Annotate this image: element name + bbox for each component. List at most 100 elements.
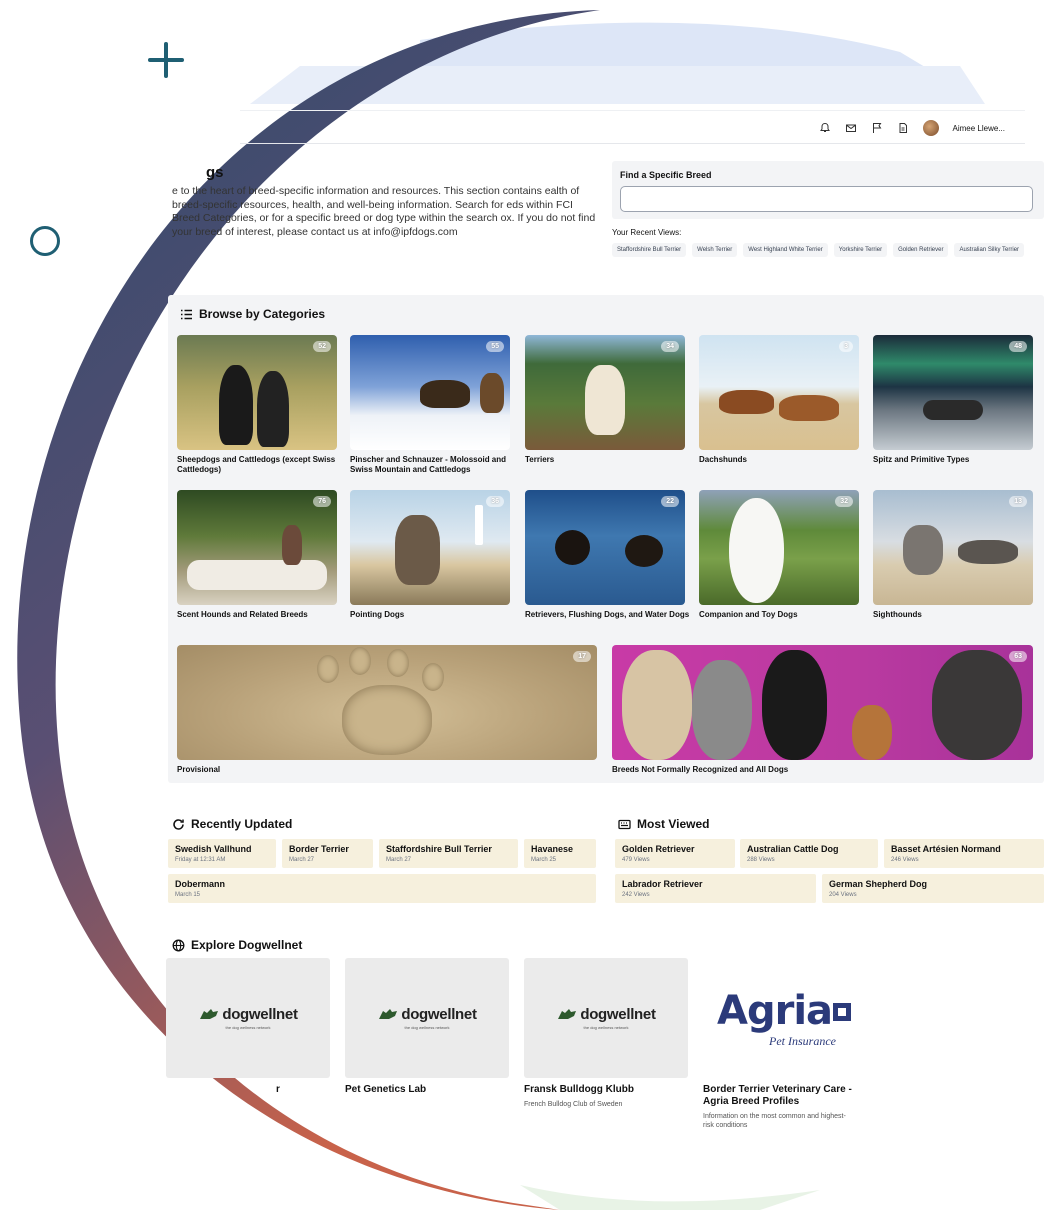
explore-card-title[interactable]: Fransk Bulldogg Klubb bbox=[524, 1084, 688, 1096]
recent-view-tag[interactable]: Welsh Terrier bbox=[692, 243, 738, 257]
dogwellnet-wordmark: dogwellnet bbox=[166, 1006, 330, 1023]
most-viewed-item[interactable]: Golden Retriever 479 Views bbox=[615, 839, 735, 868]
agria-square-icon bbox=[833, 1003, 851, 1021]
category-image[interactable]: 13 bbox=[873, 490, 1033, 605]
explore-card[interactable]: dogwellnet the dog wellness network Pet … bbox=[345, 958, 509, 1096]
explore-title: Explore Dogwellnet bbox=[191, 938, 303, 952]
breed-name[interactable]: Golden Retriever bbox=[622, 844, 695, 854]
updated-date: Friday at 12:31 AM bbox=[175, 857, 226, 863]
category-image[interactable]: 55 bbox=[350, 335, 510, 450]
agria-subtitle: Pet Insurance bbox=[769, 1034, 836, 1048]
explore-card[interactable]: Agria Pet Insurance Border Terrier Veter… bbox=[703, 958, 867, 1130]
category-name[interactable]: Sheepdogs and Cattledogs (except Swiss C… bbox=[177, 455, 347, 475]
agria-logo[interactable]: Agria Pet Insurance bbox=[703, 958, 867, 1078]
flag-icon[interactable] bbox=[871, 122, 883, 134]
recent-view-tag[interactable]: Yorkshire Terrier bbox=[833, 243, 888, 257]
recent-view-tag[interactable]: Australian Silky Terrier bbox=[954, 243, 1025, 257]
category-count-badge: 76 bbox=[313, 496, 331, 507]
most-viewed-heading: Most Viewed bbox=[618, 817, 709, 831]
category-image[interactable]: 22 bbox=[525, 490, 685, 605]
explore-card[interactable]: dogwellnet the dog wellness network r bbox=[166, 958, 330, 1096]
category-image[interactable]: 32 bbox=[699, 490, 859, 605]
breed-name[interactable]: Labrador Retriever bbox=[622, 879, 703, 889]
category-name[interactable]: Pinscher and Schnauzer - Molossoid and S… bbox=[350, 455, 520, 475]
recently-updated-item[interactable]: Havanese March 25 bbox=[524, 839, 596, 868]
document-icon[interactable] bbox=[897, 122, 909, 134]
explore-card-title[interactable]: Pet Genetics Lab bbox=[345, 1084, 509, 1096]
dogwellnet-tagline: the dog wellness network bbox=[583, 1025, 629, 1030]
recent-view-tag[interactable]: West Highland White Terrier bbox=[743, 243, 828, 257]
avatar[interactable] bbox=[922, 120, 939, 136]
category-name[interactable]: Pointing Dogs bbox=[350, 610, 520, 620]
mail-icon[interactable] bbox=[845, 122, 857, 134]
breed-name[interactable]: German Shepherd Dog bbox=[829, 879, 927, 889]
bell-icon[interactable] bbox=[819, 122, 831, 134]
recently-updated-heading: Recently Updated bbox=[172, 817, 292, 831]
category-count-badge: 34 bbox=[661, 341, 679, 352]
category-image[interactable]: 3 bbox=[699, 335, 859, 450]
explore-card-title[interactable]: Border Terrier Veterinary Care - Agria B… bbox=[703, 1084, 867, 1108]
breed-name[interactable]: Havanese bbox=[531, 844, 573, 854]
most-viewed-item[interactable]: Labrador Retriever 242 Views bbox=[615, 874, 816, 903]
category-name[interactable]: Sighthounds bbox=[873, 610, 1043, 620]
category-name[interactable]: Provisional bbox=[177, 765, 597, 775]
updated-date: March 25 bbox=[531, 857, 557, 863]
dog-logo-icon bbox=[379, 1009, 398, 1019]
most-viewed-item[interactable]: German Shepherd Dog 204 Views bbox=[822, 874, 1044, 903]
category-image[interactable]: 36 bbox=[350, 490, 510, 605]
dogwellnet-wordmark: dogwellnet bbox=[345, 1006, 509, 1023]
most-viewed-item[interactable]: Australian Cattle Dog 288 Views bbox=[740, 839, 878, 868]
explore-card-description: Information on the most common and highe… bbox=[703, 1113, 846, 1129]
updated-date: March 27 bbox=[386, 857, 412, 863]
plus-decoration-icon bbox=[146, 40, 186, 80]
dogwellnet-logo[interactable]: dogwellnet the dog wellness network bbox=[524, 958, 688, 1078]
keyboard-icon bbox=[618, 819, 631, 829]
category-image[interactable]: 17 bbox=[177, 645, 597, 760]
category-name[interactable]: Dachshunds bbox=[699, 455, 869, 465]
breed-name[interactable]: Staffordshire Bull Terrier bbox=[386, 844, 492, 854]
category-image[interactable]: 76 bbox=[177, 490, 337, 605]
most-viewed-item[interactable]: Basset Artésien Normand 246 Views bbox=[884, 839, 1044, 868]
dogwellnet-logo[interactable]: dogwellnet the dog wellness network bbox=[166, 958, 330, 1078]
agria-wordmark: Agria bbox=[717, 988, 833, 1034]
refresh-icon bbox=[173, 818, 184, 830]
recently-updated-item[interactable]: Border Terrier March 27 bbox=[282, 839, 373, 868]
category-image[interactable]: 48 bbox=[873, 335, 1033, 450]
explore-card[interactable]: dogwellnet the dog wellness network Fran… bbox=[524, 958, 688, 1109]
category-name[interactable]: Retrievers, Flushing Dogs, and Water Dog… bbox=[525, 610, 695, 620]
dogwellnet-logo[interactable]: dogwellnet the dog wellness network bbox=[345, 958, 509, 1078]
category-name[interactable]: Spitz and Primitive Types bbox=[873, 455, 1043, 465]
category-name[interactable]: Terriers bbox=[525, 455, 695, 465]
breed-search-input[interactable] bbox=[620, 186, 1033, 212]
find-breed-label: Find a Specific Breed bbox=[620, 170, 712, 180]
category-image[interactable]: 34 bbox=[525, 335, 685, 450]
category-count-badge: 52 bbox=[313, 341, 331, 352]
dogwellnet-tagline: the dog wellness network bbox=[225, 1025, 271, 1030]
recently-updated-item[interactable]: Staffordshire Bull Terrier March 27 bbox=[379, 839, 518, 868]
breed-name[interactable]: Border Terrier bbox=[289, 844, 349, 854]
breed-name[interactable]: Swedish Vallhund bbox=[175, 844, 252, 854]
dogwellnet-logo-text: dogwellnet bbox=[580, 1006, 656, 1023]
recent-view-tag[interactable]: Staffordshire Bull Terrier bbox=[612, 243, 687, 257]
breed-name[interactable]: Australian Cattle Dog bbox=[747, 844, 839, 854]
category-count-badge: 63 bbox=[1009, 651, 1027, 662]
category-image[interactable]: 52 bbox=[177, 335, 337, 450]
view-count: 479 Views bbox=[622, 857, 650, 863]
recently-updated-item[interactable]: Dobermann March 15 bbox=[168, 874, 596, 903]
category-name[interactable]: Companion and Toy Dogs bbox=[699, 610, 869, 620]
dog-logo-icon bbox=[200, 1009, 219, 1019]
breed-name[interactable]: Dobermann bbox=[175, 879, 225, 889]
explore-card-title[interactable]: r bbox=[166, 1084, 330, 1096]
category-count-badge: 32 bbox=[835, 496, 853, 507]
category-name[interactable]: Scent Hounds and Related Breeds bbox=[177, 610, 347, 620]
recent-view-tag[interactable]: Golden Retriever bbox=[893, 243, 949, 257]
category-image[interactable]: 63 bbox=[612, 645, 1033, 760]
recent-views-label: Your Recent Views: bbox=[612, 228, 682, 237]
category-count-badge: 22 bbox=[661, 496, 679, 507]
category-count-badge: 36 bbox=[486, 496, 504, 507]
breed-name[interactable]: Basset Artésien Normand bbox=[891, 844, 1001, 854]
recently-updated-item[interactable]: Swedish Vallhund Friday at 12:31 AM bbox=[168, 839, 276, 868]
browse-categories-heading: Browse by Categories bbox=[180, 307, 325, 321]
user-name[interactable]: Aimee Llewe... bbox=[953, 124, 1005, 133]
category-name[interactable]: Breeds Not Formally Recognized and All D… bbox=[612, 765, 1033, 775]
